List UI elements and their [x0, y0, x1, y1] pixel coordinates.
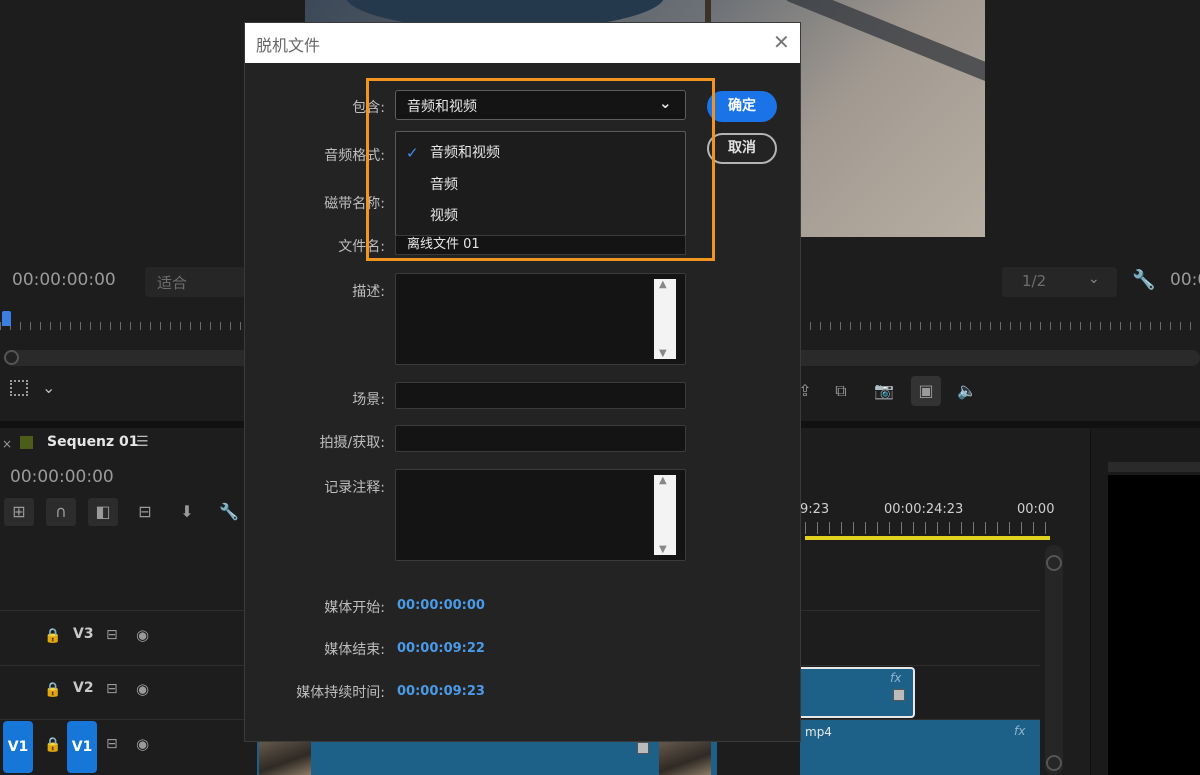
- description-label: 描述:: [352, 284, 385, 300]
- speaker-icon[interactable]: 🔈: [952, 376, 982, 406]
- scroll-handle[interactable]: [4, 350, 19, 365]
- resolution-select[interactable]: 1/2: [1002, 267, 1117, 297]
- track-header-v3[interactable]: 🔒 V3 ⊟ ◉: [0, 612, 245, 664]
- ok-button[interactable]: 确定: [707, 91, 777, 122]
- scene-field[interactable]: [395, 382, 686, 409]
- include-label: 包含:: [352, 100, 385, 116]
- capture-label: 拍摄/获取:: [319, 435, 385, 451]
- wrench-icon[interactable]: 🔧: [214, 498, 244, 526]
- cancel-button[interactable]: 取消: [707, 133, 777, 164]
- textarea-scrollbar[interactable]: ▲ ▼: [654, 279, 676, 359]
- lock-icon[interactable]: 🔒: [44, 737, 61, 753]
- duration-timecode: 00:0: [1170, 270, 1200, 290]
- ruler-label: 00:00:24:23: [884, 502, 964, 517]
- clip-badge-icon: [637, 742, 649, 754]
- marker-group-icon[interactable]: ⊟: [130, 498, 160, 526]
- side-panel-view: [1108, 475, 1200, 775]
- filename-label: 文件名:: [338, 239, 385, 255]
- extract-icon[interactable]: ⧉: [826, 376, 856, 406]
- camera-icon[interactable]: 📷: [869, 376, 899, 406]
- media-end-value[interactable]: 00:00:09:22: [397, 641, 485, 656]
- timeline-ruler[interactable]: [805, 522, 1050, 534]
- fx-badge: fx: [1014, 724, 1026, 738]
- sync-lock-icon[interactable]: ⊟: [106, 681, 118, 697]
- scroll-handle[interactable]: [1046, 755, 1062, 771]
- capture-field[interactable]: [395, 425, 686, 452]
- scroll-up-icon[interactable]: ▲: [659, 279, 667, 290]
- clip-name: mp4: [805, 725, 832, 739]
- video-clip[interactable]: fx: [800, 720, 1040, 775]
- timeline-vertical-scrollbar[interactable]: [1045, 545, 1063, 775]
- scene-label: 场景:: [352, 392, 385, 408]
- scroll-down-icon[interactable]: ▼: [659, 348, 667, 359]
- program-timecode[interactable]: 00:00:00:00: [12, 270, 116, 290]
- chevron-down-icon[interactable]: ⌄: [42, 378, 55, 397]
- track-target-v1[interactable]: V1: [67, 721, 97, 773]
- lock-icon[interactable]: 🔒: [44, 628, 61, 644]
- linked-selection-icon[interactable]: ◧: [88, 498, 118, 526]
- scroll-handle[interactable]: [1046, 555, 1062, 571]
- eye-icon[interactable]: ◉: [136, 735, 149, 753]
- track-name: V3: [73, 626, 94, 642]
- track-header-v2[interactable]: 🔒 V2 ⊟ ◉: [0, 666, 245, 718]
- playhead[interactable]: [2, 311, 11, 326]
- video-shadow: [781, 0, 985, 97]
- zoom-fit-select[interactable]: 适合: [145, 267, 245, 297]
- notes-textarea[interactable]: ▲ ▼: [395, 469, 686, 561]
- sync-lock-icon[interactable]: ⊟: [106, 627, 118, 643]
- tape-name-label: 磁带名称:: [324, 196, 385, 212]
- dialog-title: 脱机文件: [256, 36, 321, 55]
- media-duration-value[interactable]: 00:00:09:23: [397, 684, 485, 699]
- work-area-bar[interactable]: [805, 536, 1050, 540]
- insert-sequence-icon[interactable]: ⊞: [4, 498, 34, 526]
- scroll-down-icon[interactable]: ▼: [659, 544, 667, 555]
- textarea-scrollbar[interactable]: ▲ ▼: [654, 475, 676, 555]
- menu-icon[interactable]: ☰: [136, 434, 149, 450]
- clip-badge-icon: [893, 689, 905, 701]
- fx-badge: fx: [890, 671, 902, 685]
- sequence-tab[interactable]: Sequenz 01: [47, 434, 139, 450]
- close-icon[interactable]: ✕: [773, 30, 790, 54]
- wrench-icon[interactable]: 🔧: [1132, 268, 1156, 291]
- description-textarea[interactable]: ▲ ▼: [395, 273, 686, 365]
- media-start-value[interactable]: 00:00:00:00: [397, 598, 485, 613]
- timeline-timecode[interactable]: 00:00:00:00: [10, 467, 114, 487]
- video-clip[interactable]: fx: [800, 667, 915, 718]
- close-icon[interactable]: ×: [2, 437, 12, 451]
- side-panel-header: [1108, 462, 1200, 472]
- track-name: V2: [73, 680, 94, 696]
- marker-icon[interactable]: ⬇: [172, 498, 202, 526]
- media-start-label: 媒体开始:: [324, 600, 385, 616]
- comparison-view-icon[interactable]: ▣: [911, 376, 941, 406]
- dialog-titlebar[interactable]: 脱机文件 ✕: [245, 23, 800, 63]
- highlight-annotation: [366, 78, 715, 261]
- clip-thumbnail: [259, 739, 311, 775]
- track-header-v1[interactable]: V1 🔒 V1 ⊟ ◉: [0, 721, 245, 773]
- notes-label: 记录注释:: [324, 480, 385, 496]
- snap-icon[interactable]: ∩: [46, 498, 76, 526]
- media-duration-label: 媒体持续时间:: [296, 685, 385, 701]
- sync-lock-icon[interactable]: ⊟: [106, 736, 118, 752]
- safe-margins-icon[interactable]: [10, 380, 28, 396]
- clip-thumbnail: [659, 739, 711, 775]
- ruler-label: 9:23: [800, 502, 830, 517]
- audio-format-label: 音频格式:: [324, 148, 385, 164]
- source-patch-v1[interactable]: V1: [3, 721, 33, 773]
- scroll-up-icon[interactable]: ▲: [659, 475, 667, 486]
- lock-icon[interactable]: 🔒: [44, 682, 61, 698]
- media-end-label: 媒体结束:: [324, 642, 385, 658]
- eye-icon[interactable]: ◉: [136, 680, 149, 698]
- sequence-color-tag: [20, 436, 33, 449]
- eye-icon[interactable]: ◉: [136, 626, 149, 644]
- ruler-label: 00:00: [1017, 502, 1055, 517]
- chevron-down-icon: ⌄: [1088, 271, 1100, 287]
